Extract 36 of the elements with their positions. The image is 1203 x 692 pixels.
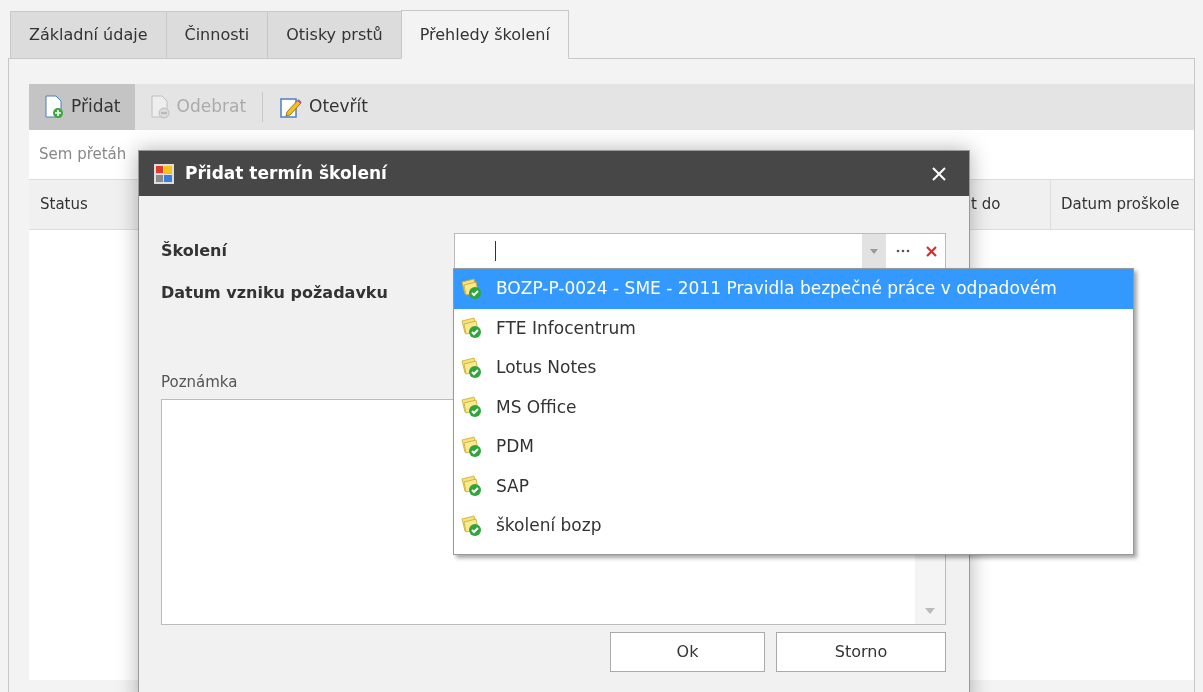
group-panel-hint: Sem přetáh (39, 144, 127, 166)
dialog-title: Přidat termín školení (185, 161, 387, 185)
dropdown-item[interactable]: školení bozp (454, 506, 1133, 546)
dropdown-item[interactable]: PDM (454, 427, 1133, 467)
note-check-icon (460, 316, 484, 341)
field-label: Datum vzniku požadavku (161, 282, 388, 304)
note-check-icon (460, 434, 484, 459)
tab[interactable]: Základní údaje (10, 11, 167, 59)
clear-icon[interactable] (926, 245, 937, 257)
caret-icon (870, 248, 878, 254)
note-check-icon (460, 474, 484, 499)
dialog-button[interactable]: Storno (776, 631, 946, 672)
edit-document-icon (279, 95, 304, 119)
dropdown-item[interactable]: FTE Infocentrum (454, 308, 1133, 348)
app-icon (153, 162, 175, 185)
ellipsis-icon[interactable] (896, 249, 910, 253)
add-document-icon (43, 95, 65, 119)
tab[interactable]: Přehledy školení (400, 10, 569, 59)
note-check-icon (460, 513, 484, 538)
remove-document-icon (148, 95, 171, 119)
note-check-icon (460, 395, 484, 420)
column-header[interactable]: Datum proškole (1051, 180, 1194, 229)
tab[interactable]: Činnosti (165, 11, 269, 59)
field-label: Poznámka (161, 372, 239, 393)
dropdown-item[interactable]: MS Office (454, 387, 1133, 427)
dropdown-item[interactable]: SAP (454, 466, 1133, 506)
tab[interactable]: Otisky prstů (267, 11, 402, 59)
note-check-icon (460, 355, 484, 380)
field-label: Školení (161, 240, 229, 262)
close-icon[interactable] (931, 165, 947, 182)
toolbar-button[interactable]: Otevřít (265, 84, 382, 130)
note-check-icon (460, 276, 484, 301)
dialog-button[interactable]: Ok (610, 631, 765, 672)
dropdown-item[interactable]: Lotus Notes (454, 348, 1133, 388)
column-header[interactable]: t do (971, 180, 1051, 229)
toolbar-button[interactable]: Přidat (29, 84, 135, 130)
